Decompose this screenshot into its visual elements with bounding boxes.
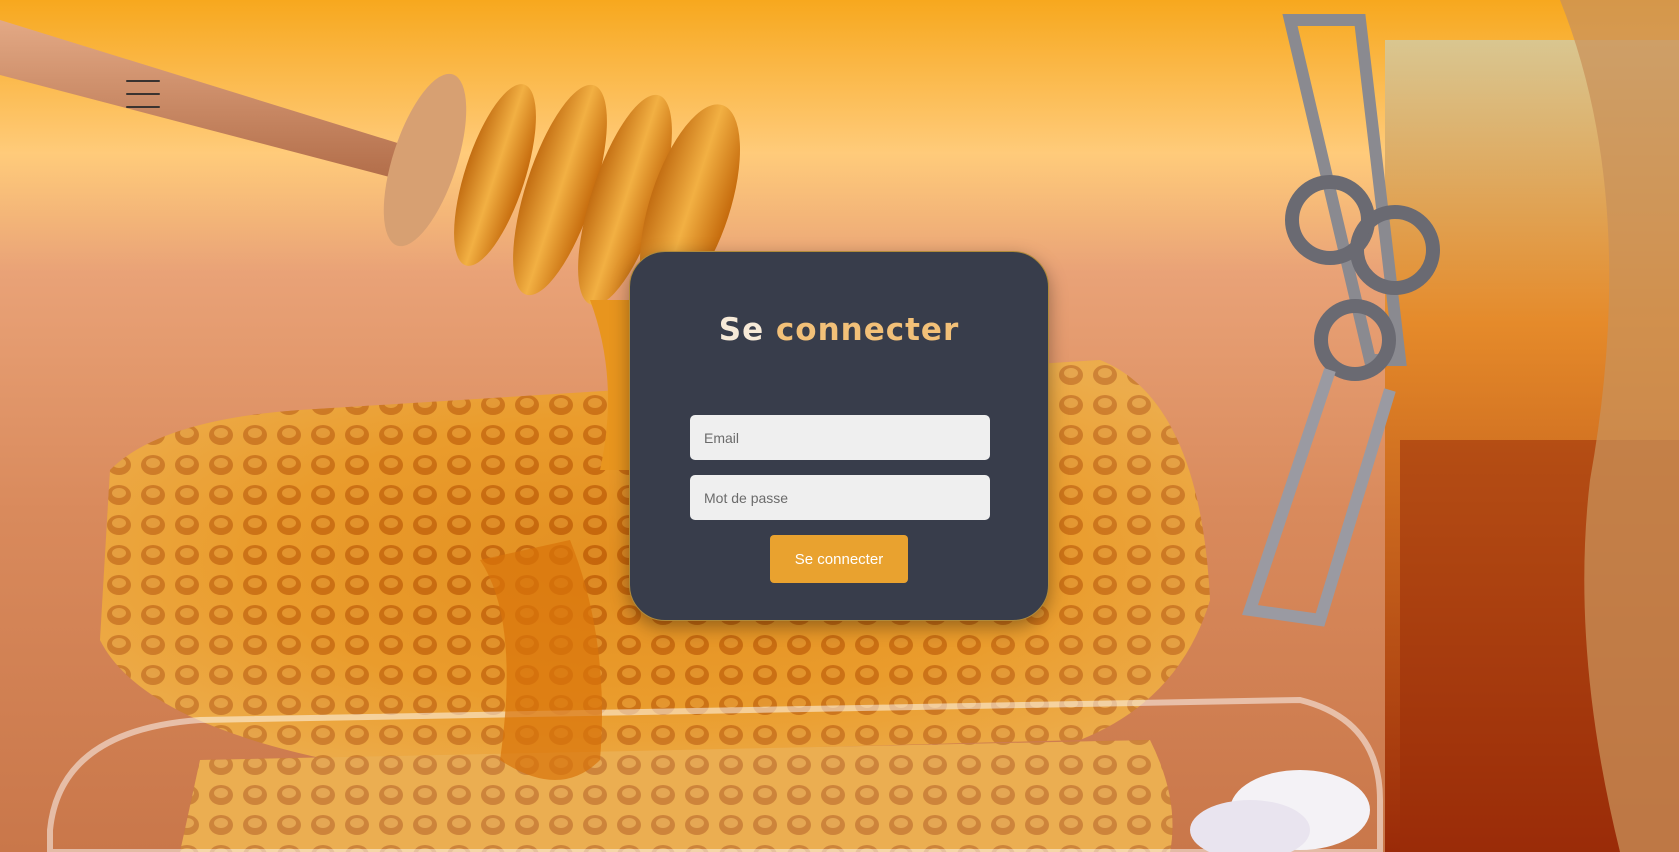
- hamburger-menu-icon[interactable]: [126, 78, 160, 110]
- email-field[interactable]: [690, 415, 990, 460]
- menu-bar-bottom: [126, 106, 160, 108]
- menu-bar-middle: [126, 93, 160, 95]
- password-field[interactable]: [690, 475, 990, 520]
- login-button[interactable]: Se connecter: [770, 535, 908, 583]
- login-page: Se connecter Se connecter: [0, 0, 1679, 852]
- login-card: Se connecter Se connecter: [629, 251, 1049, 621]
- login-title: Se connecter: [630, 312, 1048, 348]
- login-title-first-word: Se: [718, 312, 765, 348]
- menu-bar-top: [126, 80, 160, 82]
- login-title-rest: connecter: [764, 312, 960, 348]
